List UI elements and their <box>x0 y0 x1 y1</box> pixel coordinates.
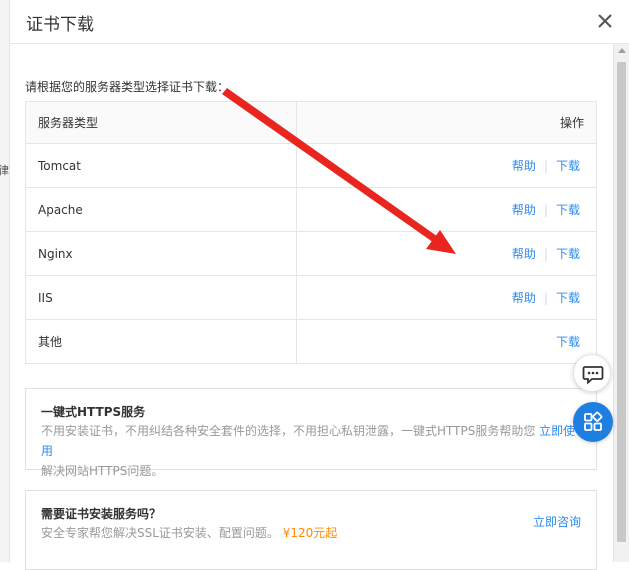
table-row: Nginx 帮助 | 下载 <box>25 231 597 276</box>
install-service-card: 需要证书安装服务吗？ 安全专家帮您解决SSL证书安装、配置问题。 ¥120元起 … <box>25 490 597 570</box>
row-actions: 帮助 | 下载 <box>296 187 597 232</box>
intro-text: 请根据您的服务器类型选择证书下载： <box>25 80 230 94</box>
download-link-nginx[interactable]: 下载 <box>556 247 580 261</box>
help-link-apache[interactable]: 帮助 <box>512 203 536 217</box>
dialog-header: 证书下载 <box>10 0 629 44</box>
https-card-desc-line1: 不用安装证书，不用纠结各种安全套件的选择，不用担心私钥泄露，一键式HTTPS服务… <box>41 424 536 438</box>
install-card-title: 需要证书安装服务吗？ <box>41 507 162 521</box>
server-name: 其他 <box>25 319 297 364</box>
server-name: IIS <box>25 275 297 320</box>
install-card-desc-text: 安全专家帮您解决SSL证书安装、配置问题。 <box>41 526 279 540</box>
server-name: Apache <box>25 187 297 232</box>
table-row: IIS 帮助 | 下载 <box>25 275 597 320</box>
certificate-download-dialog: 证书下载 请根据您的服务器类型选择证书下载： 服务器类型 操作 Tomcat 帮… <box>10 0 629 570</box>
table-row: Apache 帮助 | 下载 <box>25 187 597 232</box>
dialog-title: 证书下载 <box>26 15 94 35</box>
floating-chat-button[interactable] <box>573 354 611 392</box>
floating-apps-button[interactable] <box>573 402 613 442</box>
help-link-nginx[interactable]: 帮助 <box>512 247 536 261</box>
row-actions: 帮助 | 下载 <box>296 275 597 320</box>
table-header-row: 服务器类型 操作 <box>25 101 597 144</box>
row-actions: 下载 <box>296 319 597 364</box>
https-service-card: 一键式HTTPS服务 不用安装证书，不用纠结各种安全套件的选择，不用担心私钥泄露… <box>25 388 597 478</box>
install-price: ¥120元起 <box>282 526 338 540</box>
https-card-title: 一键式HTTPS服务 <box>41 405 146 419</box>
download-link-apache[interactable]: 下载 <box>556 203 580 217</box>
chat-icon <box>582 366 604 385</box>
https-card-description: 不用安装证书，不用纠结各种安全套件的选择，不用担心私钥泄露，一键式HTTPS服务… <box>41 421 586 481</box>
dialog-scrollbar[interactable] <box>613 44 629 562</box>
background-text: 律 <box>0 164 9 177</box>
divider: | <box>543 247 548 261</box>
consult-now-link[interactable]: 立即咨询 <box>533 513 581 530</box>
apps-grid-icon <box>584 411 603 431</box>
help-link-tomcat[interactable]: 帮助 <box>512 159 536 173</box>
server-type-table: 服务器类型 操作 Tomcat 帮助 | 下载 Apache 帮助 | 下载 Nginx… <box>25 101 597 364</box>
https-card-desc-line2: 解决网站HTTPS问题。 <box>41 464 164 478</box>
scroll-up-arrow-icon[interactable] <box>618 48 626 53</box>
divider: | <box>543 203 548 217</box>
column-header-operations: 操作 <box>296 101 597 144</box>
row-actions: 帮助 | 下载 <box>296 143 597 188</box>
column-header-server-type: 服务器类型 <box>25 101 297 144</box>
table-row: Tomcat 帮助 | 下载 <box>25 143 597 188</box>
server-name: Tomcat <box>25 143 297 188</box>
server-name: Nginx <box>25 231 297 276</box>
download-link-iis[interactable]: 下载 <box>556 291 580 305</box>
help-link-iis[interactable]: 帮助 <box>512 291 536 305</box>
close-button[interactable] <box>595 11 615 31</box>
download-link-tomcat[interactable]: 下载 <box>556 159 580 173</box>
row-actions: 帮助 | 下载 <box>296 231 597 276</box>
scrollbar-thumb[interactable] <box>617 62 626 542</box>
install-card-description: 安全专家帮您解决SSL证书安装、配置问题。 ¥120元起 <box>41 523 337 543</box>
table-row: 其他 下载 <box>25 319 597 364</box>
download-link-other[interactable]: 下载 <box>556 335 580 349</box>
close-icon <box>598 14 612 28</box>
divider: | <box>543 291 548 305</box>
background-page-edge: 律 <box>0 0 10 562</box>
divider: | <box>543 159 548 173</box>
